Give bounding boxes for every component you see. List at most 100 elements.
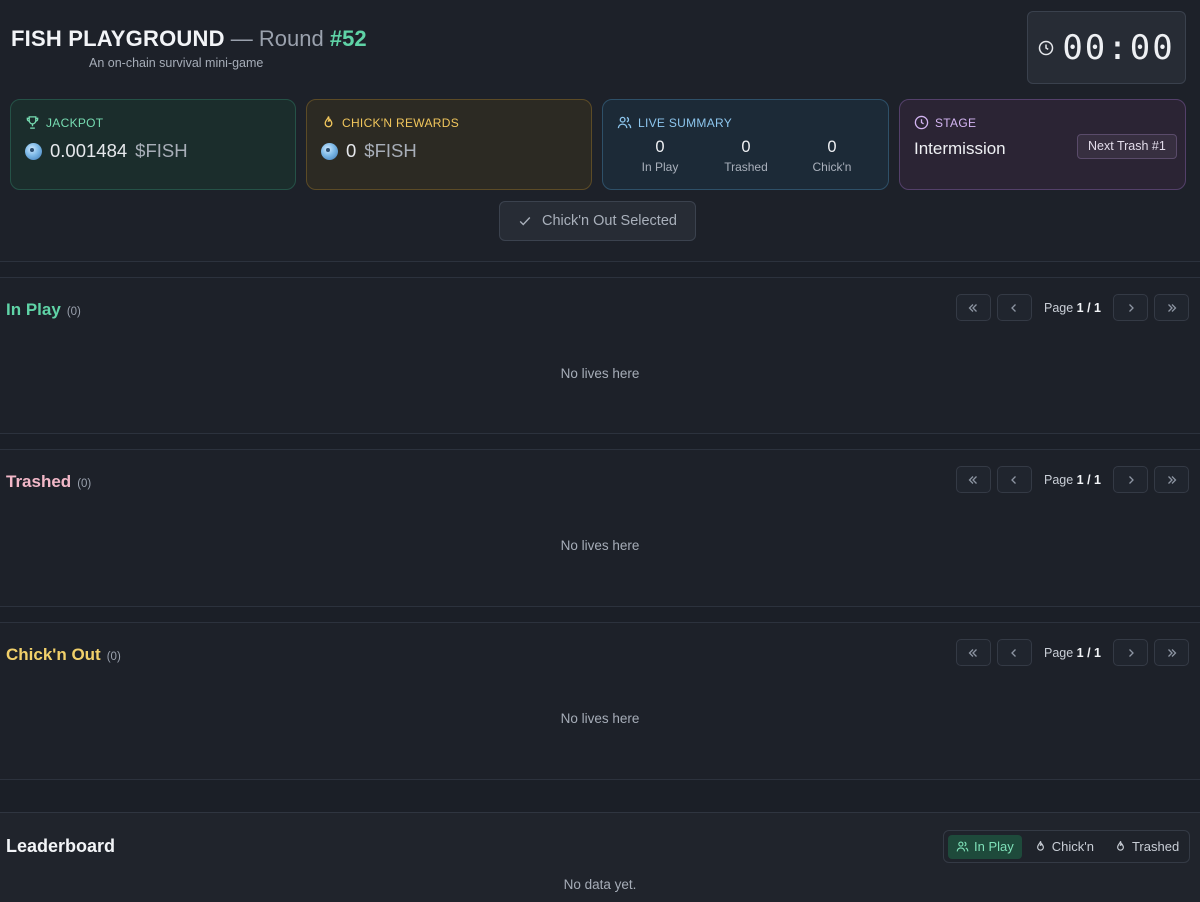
round-number: #52 [329, 26, 367, 51]
pagination: Page 1 / 1 [955, 294, 1189, 321]
header-panel: FISH PLAYGROUND — Round #52 An on-chain … [0, 0, 1200, 262]
page-title: FISH PLAYGROUND — Round #52 [11, 26, 367, 52]
title-separator: — [230, 26, 253, 51]
in-play-section: In Play (0) Page 1 / 1 No lives here [0, 277, 1200, 434]
chevrons-left-icon [969, 475, 978, 484]
tab-trashed[interactable]: Trashed [1106, 835, 1187, 859]
section-count: (0) [66, 306, 81, 318]
live-summary-card: LIVE SUMMARY 0 In Play 0 Trashed 0 Chick… [602, 99, 889, 190]
section-count: (0) [106, 651, 121, 663]
stat-label: Trashed [724, 160, 768, 174]
subtitle: An on-chain survival mini-game [89, 56, 264, 70]
rewards-label-row: CHICK'N REWARDS [321, 115, 459, 130]
rewards-amount: 0 [346, 140, 357, 161]
page-label: Page [1043, 472, 1074, 487]
page-indicator: Page 1 / 1 [1044, 473, 1101, 487]
leaderboard-panel: Leaderboard In Play Chick'n Trashed No d… [0, 812, 1200, 902]
flame-icon [324, 116, 333, 128]
chevron-left-icon [1011, 475, 1017, 484]
chevrons-right-icon [1167, 303, 1176, 312]
section-title: In Play (0) [6, 300, 81, 320]
tab-in-play[interactable]: In Play [948, 834, 1022, 859]
section-title-text: Trashed [6, 472, 72, 491]
stat-chickn: 0 Chick'n [792, 138, 872, 174]
stat-value: 0 [655, 138, 665, 156]
empty-state: No lives here [560, 366, 640, 381]
chevrons-right-icon [1167, 475, 1176, 484]
stat-trashed: 0 Trashed [706, 138, 786, 174]
stage-value: Intermission [914, 139, 1006, 158]
page-value: 1 / 1 [1076, 472, 1101, 487]
chickn-out-section: Chick'n Out (0) Page 1 / 1 No lives here [0, 622, 1200, 780]
stat-label: In Play [641, 160, 679, 174]
timer-value: 00:00 [1062, 27, 1175, 68]
page-label: Page [1043, 300, 1074, 315]
page-value: 1 / 1 [1076, 645, 1101, 660]
empty-state: No lives here [560, 711, 640, 726]
jackpot-unit: $FISH [135, 140, 188, 161]
stage-card: STAGE Intermission Next Trash #1 [899, 99, 1186, 190]
prev-page-button[interactable] [996, 466, 1032, 493]
stage-label: STAGE [935, 115, 977, 130]
tab-label: Chick'n [1051, 839, 1094, 854]
flame-icon [1117, 841, 1124, 851]
app-title: FISH PLAYGROUND [11, 26, 225, 51]
prev-page-button[interactable] [996, 294, 1032, 321]
first-page-button[interactable] [955, 294, 991, 321]
section-title: Trashed (0) [6, 472, 91, 492]
pagination: Page 1 / 1 [955, 466, 1189, 493]
prev-page-button[interactable] [996, 639, 1032, 666]
page-indicator: Page 1 / 1 [1044, 301, 1101, 315]
chevrons-left-icon [969, 303, 978, 312]
chevron-right-icon [1128, 475, 1134, 484]
countdown-timer: 00:00 [1027, 11, 1186, 84]
clock-icon [914, 115, 929, 130]
clock-icon [1039, 40, 1054, 55]
rewards-unit: $FISH [364, 140, 417, 161]
section-title-text: In Play [6, 300, 61, 319]
last-page-button[interactable] [1154, 466, 1189, 493]
first-page-button[interactable] [955, 466, 991, 493]
section-title-text: Chick'n Out [6, 645, 101, 664]
last-page-button[interactable] [1154, 639, 1189, 666]
last-page-button[interactable] [1154, 294, 1189, 321]
flame-icon [1036, 841, 1044, 851]
chevron-left-icon [1011, 648, 1017, 657]
users-icon [617, 116, 632, 129]
first-page-button[interactable] [955, 639, 991, 666]
leaderboard-title: Leaderboard [6, 836, 116, 856]
stat-value: 0 [827, 138, 837, 156]
chevrons-right-icon [1167, 648, 1176, 657]
page-value: 1 / 1 [1076, 300, 1101, 315]
tab-label: Trashed [1131, 839, 1180, 854]
empty-state: No lives here [560, 538, 640, 553]
trashed-section: Trashed (0) Page 1 / 1 No lives here [0, 449, 1200, 607]
jackpot-label: JACKPOT [46, 115, 104, 130]
stat-value: 0 [741, 138, 751, 156]
stat-label: Chick'n [812, 160, 852, 174]
next-page-button[interactable] [1113, 639, 1148, 666]
chevron-left-icon [1011, 303, 1017, 312]
jackpot-amount-row: 0.001484 $FISH [25, 140, 188, 162]
rewards-amount-row: 0 $FISH [321, 140, 417, 162]
next-page-button[interactable] [1113, 466, 1148, 493]
chevrons-left-icon [969, 648, 978, 657]
page-label: Page [1043, 645, 1074, 660]
chickn-out-selected-button[interactable]: Chick'n Out Selected [499, 201, 696, 241]
check-icon [519, 217, 531, 226]
fish-coin-icon [25, 142, 42, 160]
chevron-right-icon [1128, 648, 1134, 657]
live-summary-label: LIVE SUMMARY [638, 115, 733, 130]
page-indicator: Page 1 / 1 [1044, 646, 1101, 660]
pagination: Page 1 / 1 [955, 639, 1189, 666]
section-count: (0) [77, 478, 92, 490]
trophy-icon [26, 116, 39, 129]
next-page-button[interactable] [1113, 294, 1148, 321]
tab-chickn[interactable]: Chick'n [1026, 835, 1102, 859]
stage-label-row: STAGE [914, 115, 976, 130]
leaderboard-tabs: In Play Chick'n Trashed [943, 830, 1190, 863]
chevron-right-icon [1128, 303, 1134, 312]
jackpot-card: JACKPOT 0.001484 $FISH [10, 99, 296, 190]
live-label-row: LIVE SUMMARY [617, 115, 732, 130]
fish-coin-icon [321, 142, 338, 160]
